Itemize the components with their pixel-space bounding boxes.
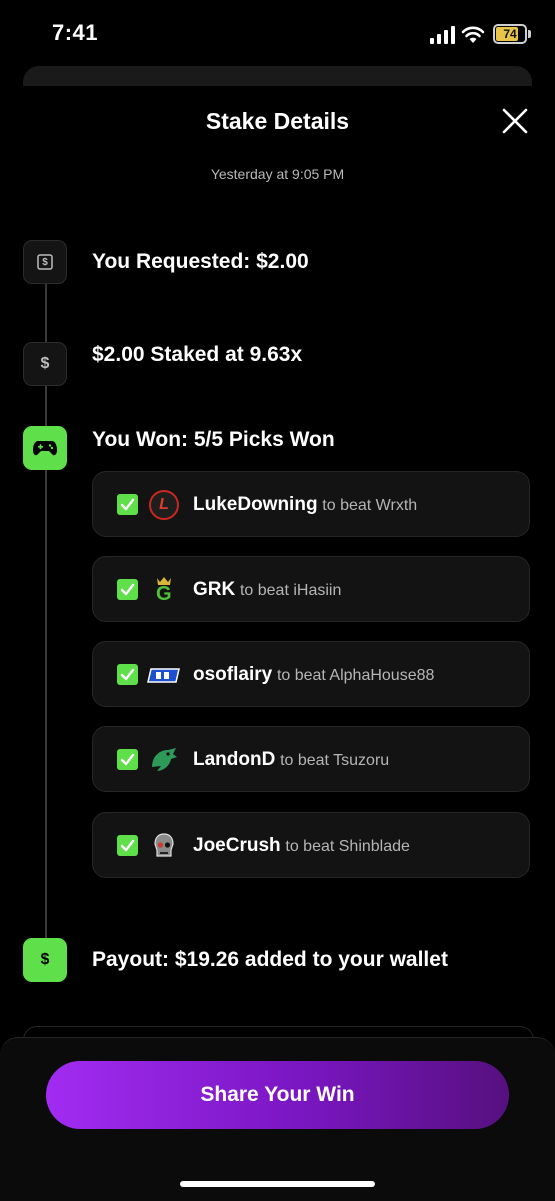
pick-label: LandonD to beat Tsuzoru	[193, 749, 389, 771]
home-indicator[interactable]	[180, 1181, 375, 1187]
dollar-sign-icon: $	[23, 938, 67, 982]
pick-detail: to beat Shinblade	[285, 838, 410, 855]
pick-card[interactable]: osoflairy to beat AlphaHouse88	[92, 641, 530, 707]
pick-card[interactable]: LandonD to beat Tsuzoru	[92, 726, 530, 792]
checkbox-checked-icon	[117, 494, 138, 515]
checkbox-checked-icon	[117, 579, 138, 600]
step-won-title: You Won: 5/5 Picks Won	[92, 428, 335, 451]
checkbox-checked-icon	[117, 749, 138, 770]
status-time: 7:41	[52, 20, 99, 45]
page-title: Stake Details	[205, 108, 350, 134]
pick-player: osoflairy	[193, 664, 273, 685]
dollar-bill-icon: $	[23, 240, 67, 284]
pick-detail: to beat Tsuzoru	[280, 752, 390, 769]
checkbox-checked-icon	[117, 835, 138, 856]
pick-label: GRK to beat iHasiin	[193, 579, 341, 601]
battery-percent: 74	[503, 27, 517, 41]
battery-cap	[528, 30, 531, 38]
step-payout-title: Payout: $19.26 added to your wallet	[92, 948, 448, 971]
green-crown-G-logo: G	[149, 575, 179, 605]
pick-card[interactable]: G GRK to beat iHasiin	[92, 556, 530, 622]
checkbox-checked-icon	[117, 664, 138, 685]
green-dragon-logo	[149, 745, 179, 775]
step-staked-title: $2.00 Staked at 9.63x	[92, 343, 303, 366]
skull-logo	[149, 831, 179, 861]
pick-player: GRK	[193, 579, 236, 600]
pick-label: LukeDowning to beat Wrxth	[193, 494, 417, 516]
cellular-signal-icon	[430, 26, 455, 44]
pick-detail: to beat AlphaHouse88	[276, 667, 435, 684]
status-bar: 7:41 74	[0, 0, 555, 68]
pick-label: JoeCrush to beat Shinblade	[193, 835, 410, 857]
pick-card[interactable]: JoeCrush to beat Shinblade	[92, 812, 530, 878]
background-sheet-edge	[23, 66, 532, 86]
pick-detail: to beat Wrxth	[322, 497, 418, 514]
blue-badge-logo	[147, 660, 181, 690]
red-L-logo: L	[149, 490, 179, 520]
pick-card[interactable]: L LukeDowning to beat Wrxth	[92, 471, 530, 537]
battery-icon: 74	[493, 24, 527, 44]
dollar-sign-icon: $	[23, 342, 67, 386]
close-icon[interactable]	[498, 104, 532, 138]
pick-label: osoflairy to beat AlphaHouse88	[193, 664, 434, 686]
share-win-button[interactable]: Share Your Win	[46, 1061, 509, 1129]
step-requested-title: You Requested: $2.00	[92, 250, 309, 273]
stake-timestamp: Yesterday at 9:05 PM	[210, 166, 345, 182]
wifi-icon	[461, 26, 485, 43]
gamepad-icon	[23, 426, 67, 470]
pick-player: LukeDowning	[193, 494, 318, 515]
pick-player: JoeCrush	[193, 835, 281, 856]
pick-player: LandonD	[193, 749, 276, 770]
pick-detail: to beat iHasiin	[239, 582, 342, 599]
